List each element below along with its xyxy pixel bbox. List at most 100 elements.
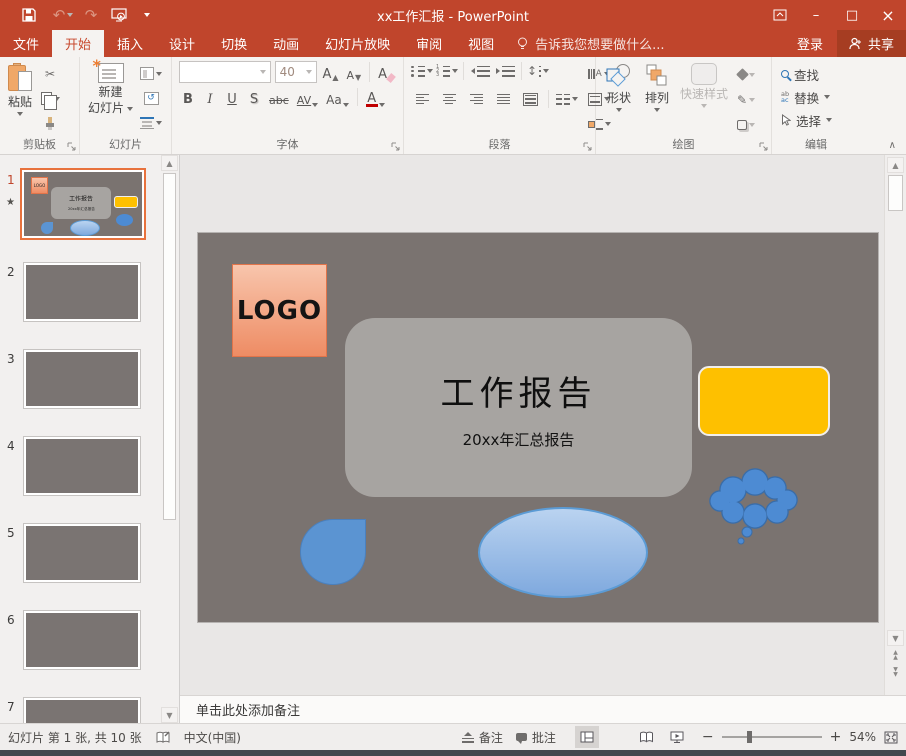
tab-design[interactable]: 设计 bbox=[156, 30, 208, 57]
tab-animations[interactable]: 动画 bbox=[260, 30, 312, 57]
title-box-shape[interactable]: 工作报告 20xx年汇总报告 bbox=[345, 318, 692, 497]
italic-button[interactable]: I bbox=[201, 87, 219, 107]
clear-formatting-button[interactable]: A bbox=[376, 62, 396, 82]
shape-fill-button[interactable] bbox=[735, 66, 757, 83]
zoom-slider-thumb[interactable] bbox=[747, 731, 752, 743]
ribbon-display-options-button[interactable] bbox=[762, 0, 798, 30]
justify-button[interactable] bbox=[492, 89, 514, 109]
slide-thumbnail-3[interactable] bbox=[24, 350, 140, 408]
quick-styles-button[interactable]: 快速样式 bbox=[675, 61, 733, 136]
reading-view-button[interactable] bbox=[635, 726, 659, 748]
close-button[interactable]: × bbox=[870, 0, 906, 30]
replace-button[interactable]: abac替换 bbox=[775, 86, 857, 108]
font-color-button[interactable]: A bbox=[364, 87, 387, 107]
scroll-down-icon[interactable]: ▼ bbox=[161, 707, 178, 723]
shape-outline-button[interactable]: ✎ bbox=[735, 91, 757, 108]
tab-slideshow[interactable]: 幻灯片放映 bbox=[312, 30, 403, 57]
shrink-font-button[interactable]: A▼ bbox=[345, 62, 364, 82]
change-case-button[interactable]: Aa bbox=[324, 87, 351, 107]
bullets-button[interactable] bbox=[411, 61, 433, 81]
save-button[interactable] bbox=[12, 0, 46, 30]
tab-view[interactable]: 视图 bbox=[455, 30, 507, 57]
line-spacing-button[interactable]: ↕ bbox=[527, 61, 549, 81]
tab-review[interactable]: 审阅 bbox=[403, 30, 455, 57]
minimize-button[interactable]: – bbox=[798, 0, 834, 30]
normal-view-button[interactable] bbox=[575, 726, 599, 748]
tell-me-box[interactable]: 告诉我您想要做什么... bbox=[507, 30, 674, 57]
slide-thumbnail-7[interactable] bbox=[24, 698, 140, 723]
start-from-beginning-button[interactable] bbox=[102, 0, 136, 30]
notes-panel[interactable]: 单击此处添加备注 bbox=[180, 695, 906, 723]
grow-font-button[interactable]: A▲ bbox=[321, 62, 341, 82]
thumbnail-scrollbar[interactable]: ▲ ▼ bbox=[161, 155, 178, 723]
paragraph-dialog-launcher[interactable] bbox=[583, 142, 592, 151]
previous-slide-button[interactable]: ▲▲ bbox=[887, 648, 904, 662]
character-spacing-button[interactable]: AV bbox=[295, 87, 320, 107]
distributed-button[interactable] bbox=[519, 89, 541, 109]
align-center-button[interactable] bbox=[438, 89, 460, 109]
zoom-level[interactable]: 54% bbox=[849, 730, 876, 744]
paste-button[interactable]: 粘贴 bbox=[3, 61, 37, 136]
slide-sorter-view-button[interactable] bbox=[605, 726, 629, 748]
copy-button[interactable] bbox=[39, 89, 61, 109]
align-right-button[interactable] bbox=[465, 89, 487, 109]
slide-layout-button[interactable] bbox=[140, 64, 162, 84]
cloud-shape[interactable] bbox=[703, 468, 811, 546]
tab-file[interactable]: 文件 bbox=[0, 30, 52, 57]
slide-counter[interactable]: 幻灯片 第 1 张, 共 10 张 bbox=[8, 729, 142, 746]
logo-shape[interactable]: LOGO bbox=[232, 264, 327, 357]
ellipse-shape[interactable] bbox=[478, 507, 648, 598]
scrollbar-thumb[interactable] bbox=[888, 175, 903, 211]
notes-toggle-button[interactable]: 备注 bbox=[462, 729, 503, 746]
language-indicator[interactable]: 中文(中国) bbox=[184, 729, 241, 746]
format-painter-button[interactable] bbox=[39, 113, 61, 133]
sign-in-button[interactable]: 登录 bbox=[783, 30, 837, 57]
increase-indent-button[interactable] bbox=[494, 61, 516, 81]
clipboard-dialog-launcher[interactable] bbox=[67, 142, 76, 151]
numbering-button[interactable]: 123 bbox=[436, 61, 458, 81]
comments-toggle-button[interactable]: 批注 bbox=[516, 729, 556, 746]
section-button[interactable] bbox=[140, 113, 162, 133]
shapes-button[interactable]: 形状 bbox=[599, 61, 639, 136]
tab-transitions[interactable]: 切换 bbox=[208, 30, 260, 57]
text-shadow-button[interactable]: S bbox=[245, 87, 263, 107]
scroll-down-icon[interactable]: ▼ bbox=[887, 630, 904, 646]
decrease-indent-button[interactable] bbox=[469, 61, 491, 81]
drawing-dialog-launcher[interactable] bbox=[759, 142, 768, 151]
columns-button[interactable] bbox=[556, 89, 578, 109]
maximize-button[interactable]: □ bbox=[834, 0, 870, 30]
zoom-slider[interactable] bbox=[722, 736, 822, 738]
slideshow-view-button[interactable] bbox=[665, 726, 689, 748]
zoom-in-button[interactable]: + bbox=[830, 729, 842, 745]
yellow-rounded-rectangle-shape[interactable] bbox=[698, 366, 830, 436]
slide-thumbnail-1[interactable]: LOGO 工作报告 20xx年汇总报告 bbox=[20, 168, 146, 240]
vertical-scrollbar[interactable]: ▲ ▼ ▲▲ ▼▼ bbox=[884, 155, 906, 695]
font-dialog-launcher[interactable] bbox=[391, 142, 400, 151]
customize-qat-button[interactable] bbox=[136, 0, 158, 30]
strikethrough-button[interactable]: abc bbox=[267, 87, 291, 107]
slide-canvas[interactable]: LOGO 工作报告 20xx年汇总报告 bbox=[198, 233, 878, 622]
cut-button[interactable]: ✂ bbox=[39, 64, 61, 84]
underline-button[interactable]: U bbox=[223, 87, 241, 107]
arrange-button[interactable]: 排列 bbox=[639, 61, 675, 136]
fit-to-window-icon[interactable] bbox=[884, 731, 898, 744]
bold-button[interactable]: B bbox=[179, 87, 197, 107]
redo-button[interactable]: ↷ bbox=[80, 0, 102, 30]
next-slide-button[interactable]: ▼▼ bbox=[887, 665, 904, 679]
spell-check-icon[interactable] bbox=[156, 731, 170, 744]
shape-effects-button[interactable] bbox=[735, 116, 757, 133]
font-size-combo[interactable]: 40 bbox=[275, 61, 317, 83]
tab-home[interactable]: 开始 bbox=[52, 30, 104, 57]
select-button[interactable]: 选择 bbox=[775, 109, 857, 131]
slide-thumbnail-4[interactable] bbox=[24, 437, 140, 495]
tab-insert[interactable]: 插入 bbox=[104, 30, 156, 57]
slide-thumbnail-5[interactable] bbox=[24, 524, 140, 582]
new-slide-button[interactable]: * 新建 幻灯片 bbox=[83, 61, 138, 136]
collapse-ribbon-button[interactable]: ∧ bbox=[889, 140, 896, 151]
find-button[interactable]: 查找 bbox=[775, 63, 857, 85]
undo-button[interactable]: ↶ bbox=[46, 0, 80, 30]
scroll-up-icon[interactable]: ▲ bbox=[887, 157, 904, 173]
reset-slide-button[interactable]: ↺ bbox=[140, 89, 162, 109]
align-left-button[interactable] bbox=[411, 89, 433, 109]
scroll-up-icon[interactable]: ▲ bbox=[161, 155, 178, 171]
